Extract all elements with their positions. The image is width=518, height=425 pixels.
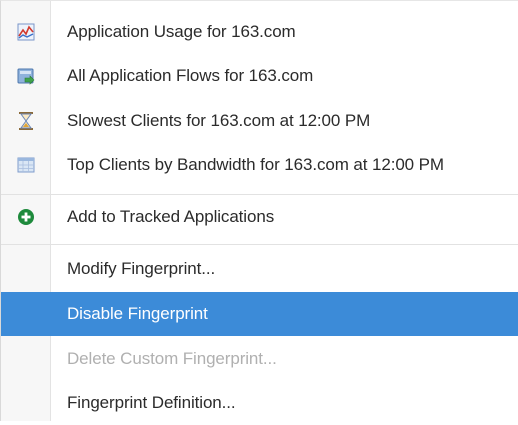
menu-item-label: Application Usage for 163.com xyxy=(67,22,296,41)
menu-item-top-clients-bandwidth[interactable]: Top Clients by Bandwidth for 163.com at … xyxy=(1,143,518,187)
menu-item-label: Top Clients by Bandwidth for 163.com at … xyxy=(67,155,444,174)
menu-item-delete-custom-fingerprint: Delete Custom Fingerprint... xyxy=(1,337,518,381)
menu-item-all-application-flows[interactable]: All Application Flows for 163.com xyxy=(1,54,518,98)
menu-item-label: All Application Flows for 163.com xyxy=(67,66,314,85)
menu-item-label: Add to Tracked Applications xyxy=(67,207,275,226)
hourglass-icon xyxy=(1,99,51,143)
menu-item-fingerprint-definition[interactable]: Fingerprint Definition... xyxy=(1,381,518,425)
menu-item-label: Fingerprint Definition... xyxy=(67,393,236,412)
menu-item-disable-fingerprint[interactable]: Disable Fingerprint xyxy=(1,292,518,336)
menu-item-add-tracked-applications[interactable]: Add to Tracked Applications xyxy=(1,195,518,239)
add-circle-icon xyxy=(1,195,51,239)
table-icon xyxy=(1,143,51,187)
menu-item-label: Disable Fingerprint xyxy=(67,304,208,323)
menu-item-label: Modify Fingerprint... xyxy=(67,259,216,278)
menu-item-slowest-clients[interactable]: Slowest Clients for 163.com at 12:00 PM xyxy=(1,99,518,143)
context-menu: Application Usage for 163.com All Applic… xyxy=(0,0,518,421)
menu-item-label: Slowest Clients for 163.com at 12:00 PM xyxy=(67,111,371,130)
app-flows-icon xyxy=(1,54,51,98)
menu-item-modify-fingerprint[interactable]: Modify Fingerprint... xyxy=(1,247,518,291)
menu-item-application-usage[interactable]: Application Usage for 163.com xyxy=(1,10,518,54)
app-usage-chart-icon xyxy=(1,10,51,54)
menu-separator xyxy=(1,244,518,245)
menu-item-label: Delete Custom Fingerprint... xyxy=(67,349,277,368)
